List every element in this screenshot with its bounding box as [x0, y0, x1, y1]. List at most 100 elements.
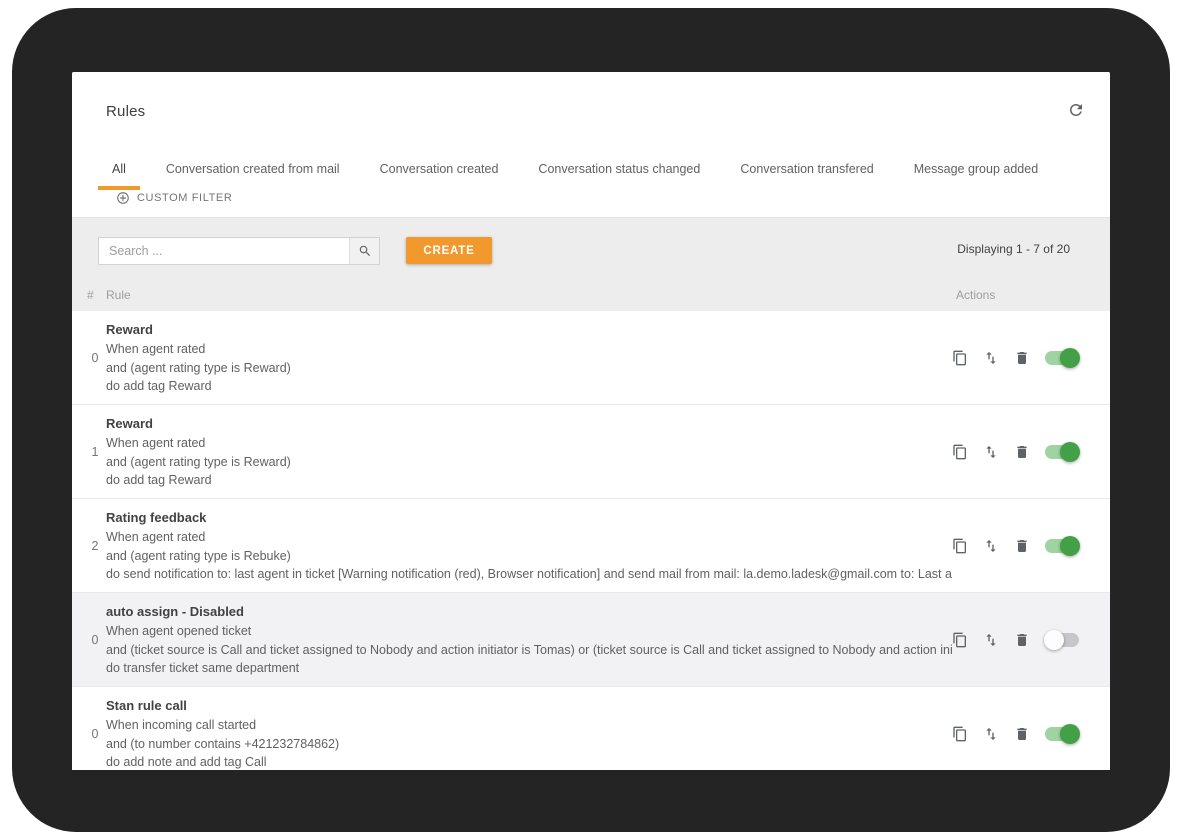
tab-message-group-added[interactable]: Message group added [900, 153, 1052, 190]
rule-toggle[interactable] [1044, 536, 1080, 556]
rule-toggle[interactable] [1044, 348, 1080, 368]
rule-toggle[interactable] [1044, 442, 1080, 462]
tab-label: Conversation transfered [740, 162, 873, 176]
up-down-arrows-icon [983, 444, 999, 460]
rule-toggle[interactable] [1044, 724, 1080, 744]
tab-label: Conversation status changed [538, 162, 700, 176]
table-row[interactable]: 0 Reward When agent rated and (agent rat… [72, 311, 1110, 405]
copy-rule-button[interactable] [951, 725, 969, 743]
tab-conversation-created-from-mail[interactable]: Conversation created from mail [152, 153, 354, 190]
delete-rule-button[interactable] [1013, 537, 1031, 555]
trash-icon [1014, 444, 1030, 460]
tab-conversation-status-changed[interactable]: Conversation status changed [524, 153, 714, 190]
rule-summary: Rating feedback When agent rated and (ag… [106, 508, 952, 584]
rule-condition-line: and (agent rating type is Reward) [106, 453, 952, 472]
rule-action-line: do send notification to: last agent in t… [106, 565, 952, 584]
tab-conversation-created[interactable]: Conversation created [366, 153, 513, 190]
rules-panel: Rules All Conversation created from mail… [72, 72, 1110, 770]
delete-rule-button[interactable] [1013, 349, 1031, 367]
trash-icon [1014, 726, 1030, 742]
reorder-rule-button[interactable] [982, 349, 1000, 367]
delete-rule-button[interactable] [1013, 443, 1031, 461]
rule-summary: Reward When agent rated and (agent ratin… [106, 320, 952, 396]
rule-toggle[interactable] [1044, 630, 1080, 650]
trash-icon [1014, 632, 1030, 648]
displaying-count: Displaying 1 - 7 of 20 [957, 242, 1070, 256]
rule-summary: Reward When agent rated and (agent ratin… [106, 414, 952, 490]
reorder-rule-button[interactable] [982, 631, 1000, 649]
delete-rule-button[interactable] [1013, 631, 1031, 649]
rule-action-line: do add tag Reward [106, 377, 952, 396]
up-down-arrows-icon [983, 350, 999, 366]
rule-condition-line: and (agent rating type is Rebuke) [106, 547, 952, 566]
copy-rule-button[interactable] [951, 631, 969, 649]
up-down-arrows-icon [983, 632, 999, 648]
circle-plus-icon [116, 191, 130, 205]
custom-filter-label: CUSTOM FILTER [137, 192, 232, 204]
rule-condition-line: When agent rated [106, 340, 952, 359]
reorder-rule-button[interactable] [982, 443, 1000, 461]
refresh-button[interactable] [1066, 100, 1086, 120]
rule-title: Stan rule call [106, 696, 952, 716]
search-input[interactable] [99, 238, 349, 264]
table-row[interactable]: 0 Stan rule call When incoming call star… [72, 687, 1110, 770]
column-header-index: # [87, 288, 94, 302]
tab-label: Message group added [914, 162, 1038, 176]
tab-conversation-transfered[interactable]: Conversation transfered [726, 153, 887, 190]
reorder-rule-button[interactable] [982, 725, 1000, 743]
toggle-knob [1060, 536, 1080, 556]
up-down-arrows-icon [983, 726, 999, 742]
copy-rule-button[interactable] [951, 443, 969, 461]
panel-header: Rules All Conversation created from mail… [72, 72, 1110, 218]
tab-all[interactable]: All [98, 153, 140, 190]
copy-icon [952, 726, 968, 742]
rule-condition-line: and (to number contains +421232784862) [106, 735, 952, 754]
toggle-knob [1060, 724, 1080, 744]
rules-list: 0 Reward When agent rated and (agent rat… [72, 311, 1110, 770]
rule-index: 0 [82, 727, 108, 741]
tab-label: Conversation created [380, 162, 499, 176]
search-icon [358, 244, 372, 258]
delete-rule-button[interactable] [1013, 725, 1031, 743]
column-header-actions: Actions [956, 288, 995, 302]
toggle-knob [1044, 630, 1064, 650]
rule-index: 2 [82, 539, 108, 553]
refresh-icon [1067, 101, 1085, 119]
rule-index: 1 [82, 445, 108, 459]
table-row[interactable]: 2 Rating feedback When agent rated and (… [72, 499, 1110, 593]
trash-icon [1014, 538, 1030, 554]
rule-title: auto assign - Disabled [106, 602, 952, 622]
rule-index: 0 [82, 351, 108, 365]
rule-title: Rating feedback [106, 508, 952, 528]
rule-action-line: do add note and add tag Call [106, 753, 952, 770]
rule-condition-line: and (agent rating type is Reward) [106, 359, 952, 378]
tab-label: Conversation created from mail [166, 162, 340, 176]
toggle-knob [1060, 442, 1080, 462]
rule-title: Reward [106, 320, 952, 340]
table-row[interactable]: 1 Reward When agent rated and (agent rat… [72, 405, 1110, 499]
page-title: Rules [106, 103, 145, 120]
column-header-rule: Rule [106, 288, 131, 302]
rule-condition-line: When agent opened ticket [106, 622, 952, 641]
custom-filter-button[interactable]: CUSTOM FILTER [116, 191, 232, 205]
table-header: # Rule Actions [72, 283, 1110, 311]
rule-condition-line: When incoming call started [106, 716, 952, 735]
row-actions [951, 630, 1080, 650]
up-down-arrows-icon [983, 538, 999, 554]
copy-icon [952, 538, 968, 554]
create-button[interactable]: CREATE [406, 237, 492, 264]
row-actions [951, 724, 1080, 744]
copy-rule-button[interactable] [951, 349, 969, 367]
search-group [98, 237, 380, 265]
rule-index: 0 [82, 633, 108, 647]
copy-rule-button[interactable] [951, 537, 969, 555]
rule-condition-line: and (ticket source is Call and ticket as… [106, 641, 952, 660]
table-row[interactable]: 0 auto assign - Disabled When agent open… [72, 593, 1110, 687]
copy-icon [952, 350, 968, 366]
row-actions [951, 348, 1080, 368]
search-button[interactable] [349, 238, 379, 264]
reorder-rule-button[interactable] [982, 537, 1000, 555]
copy-icon [952, 632, 968, 648]
rule-action-line: do transfer ticket same department [106, 659, 952, 678]
toggle-knob [1060, 348, 1080, 368]
